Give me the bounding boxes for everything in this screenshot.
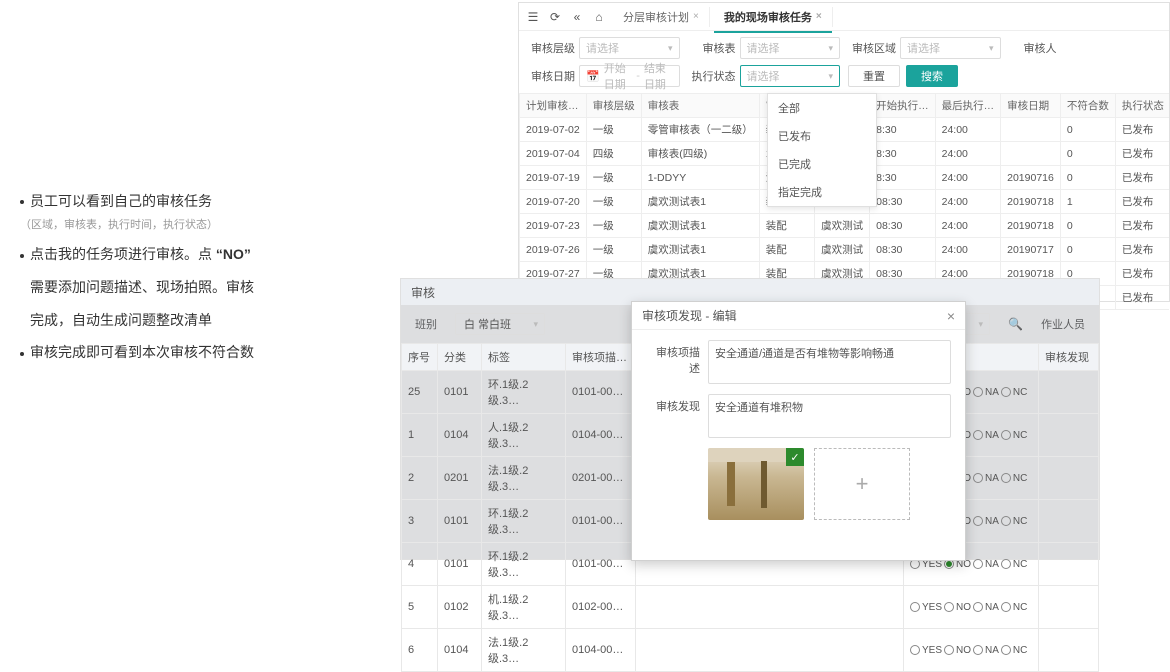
chevron-down-icon: ▾: [979, 319, 984, 330]
chevron-down-icon: ▾: [668, 43, 673, 54]
radio-nc[interactable]: [1001, 430, 1011, 440]
chevron-down-icon: ▾: [828, 43, 833, 54]
back-icon[interactable]: «: [569, 9, 585, 25]
radio-na[interactable]: [973, 387, 983, 397]
note-line2b: 需要添加问题描述、现场拍照。审核: [30, 274, 340, 301]
filter-bar: 审核层级 请选择▾ 审核表 请选择▾ 审核区域 请选择▾ 审核人 审核日期 📅 …: [519, 31, 1169, 93]
photo-thumbnail[interactable]: ✓: [708, 448, 804, 520]
radio-na[interactable]: [973, 645, 983, 655]
menu-toggle-icon[interactable]: ☰: [525, 9, 541, 25]
edit-finding-modal: 审核项发现 - 编辑 × 审核项描述 审核发现 ✓ +: [631, 301, 966, 561]
desc-field-label: 审核项描述: [646, 340, 700, 384]
finding-field-label: 审核发现: [646, 394, 700, 438]
area-select[interactable]: 请选择▾: [900, 37, 1001, 59]
radio-nc[interactable]: [1001, 602, 1011, 612]
home-icon[interactable]: ⌂: [591, 9, 607, 25]
status-select[interactable]: 请选择▾: [740, 65, 841, 87]
radio-nc[interactable]: [1001, 645, 1011, 655]
window-toolbar: ☰ ⟳ « ⌂ 分层审核计划 × 我的现场审核任务 ×: [519, 3, 1169, 31]
radio-no[interactable]: [944, 602, 954, 612]
note-no-badge: “NO”: [216, 241, 251, 268]
radio-na[interactable]: [973, 473, 983, 483]
status-option-all[interactable]: 全部: [768, 94, 876, 122]
photo-selected-icon: ✓: [786, 448, 804, 466]
level-label: 审核层级: [527, 40, 575, 56]
radio-nc[interactable]: [1001, 559, 1011, 569]
table-row[interactable]: 2019-07-23一级虞欢测试表1装配虞欢测试08:3024:00201907…: [520, 214, 1170, 238]
radio-nc[interactable]: [1001, 387, 1011, 397]
close-icon[interactable]: ×: [816, 11, 822, 22]
area-label: 审核区域: [848, 40, 896, 56]
desc-textarea[interactable]: [708, 340, 951, 384]
radio-yes[interactable]: [910, 602, 920, 612]
table-label: 审核表: [688, 40, 736, 56]
tab-my-tasks-label: 我的现场审核任务: [724, 9, 812, 25]
daterange-label: 审核日期: [527, 68, 575, 84]
search-icon[interactable]: 🔍: [1008, 317, 1023, 331]
modal-close-icon[interactable]: ×: [947, 308, 955, 324]
status-label: 执行状态: [688, 68, 736, 84]
radio-no[interactable]: [944, 645, 954, 655]
status-dropdown-popup: 全部 已发布 已完成 指定完成: [767, 93, 877, 207]
add-photo-button[interactable]: +: [814, 448, 910, 520]
note-line1-sub: （区域，审核表，执行时间，执行状态）: [20, 215, 340, 236]
status-option-published[interactable]: 已发布: [768, 122, 876, 150]
refresh-icon[interactable]: ⟳: [547, 9, 563, 25]
radio-na[interactable]: [973, 559, 983, 569]
task-list-window: ☰ ⟳ « ⌂ 分层审核计划 × 我的现场审核任务 × 审核层级 请选择▾ 审核…: [518, 2, 1170, 302]
reset-button[interactable]: 重置: [848, 65, 900, 87]
radio-nc[interactable]: [1001, 516, 1011, 526]
tab-plan-label: 分层审核计划: [623, 9, 689, 25]
finding-textarea[interactable]: [708, 394, 951, 438]
note-line2c: 完成，自动生成问题整改清单: [30, 307, 340, 334]
radio-na[interactable]: [973, 602, 983, 612]
radio-nc[interactable]: [1001, 473, 1011, 483]
radio-yes[interactable]: [910, 645, 920, 655]
operator-label: 作业人员: [1041, 316, 1085, 332]
chevron-down-icon: ▾: [828, 71, 833, 82]
chevron-down-icon: ▾: [533, 319, 538, 330]
level-select[interactable]: 请选择▾: [579, 37, 680, 59]
person-label: 审核人: [1009, 40, 1057, 56]
close-icon[interactable]: ×: [693, 11, 699, 22]
table-select[interactable]: 请选择▾: [740, 37, 841, 59]
radio-na[interactable]: [973, 430, 983, 440]
status-option-assigned[interactable]: 指定完成: [768, 178, 876, 206]
tab-my-tasks[interactable]: 我的现场审核任务 ×: [714, 7, 833, 27]
calendar-icon: 📅: [586, 70, 600, 83]
shift-label: 班别: [415, 316, 437, 332]
shift-select[interactable]: 白 常白班▾: [455, 313, 545, 335]
radio-na[interactable]: [973, 516, 983, 526]
audit-window: 审核 班别 白 常白班▾ 加工机 ▾ 🔍 作业人员 序号 分类 标签 审核项描…: [400, 278, 1100, 560]
date-range-input[interactable]: 📅 开始日期 - 结束日期: [579, 65, 680, 87]
table-row[interactable]: 2019-07-26一级虞欢测试表1装配虞欢测试08:3024:00201907…: [520, 238, 1170, 262]
modal-title: 审核项发现 - 编辑: [642, 307, 737, 324]
search-button[interactable]: 搜索: [906, 65, 958, 87]
note-line2a: 点击我的任务项进行审核。点: [30, 246, 212, 262]
status-option-completed[interactable]: 已完成: [768, 150, 876, 178]
table-row[interactable]: 50102机.1级.2级.3…0102-00…YESNONANC: [402, 586, 1099, 629]
note-line3: 审核完成即可看到本次审核不符合数: [30, 344, 254, 360]
description-notes: 员工可以看到自己的审核任务 （区域，审核表，执行时间，执行状态） 点击我的任务项…: [20, 188, 340, 372]
chevron-down-icon: ▾: [989, 43, 994, 54]
note-line1: 员工可以看到自己的审核任务: [30, 193, 212, 209]
table-row[interactable]: 60104法.1级.2级.3…0104-00…YESNONANC: [402, 629, 1099, 672]
breadcrumb-tabs: 分层审核计划 × 我的现场审核任务 ×: [613, 7, 833, 27]
tab-plan[interactable]: 分层审核计划 ×: [613, 7, 710, 27]
